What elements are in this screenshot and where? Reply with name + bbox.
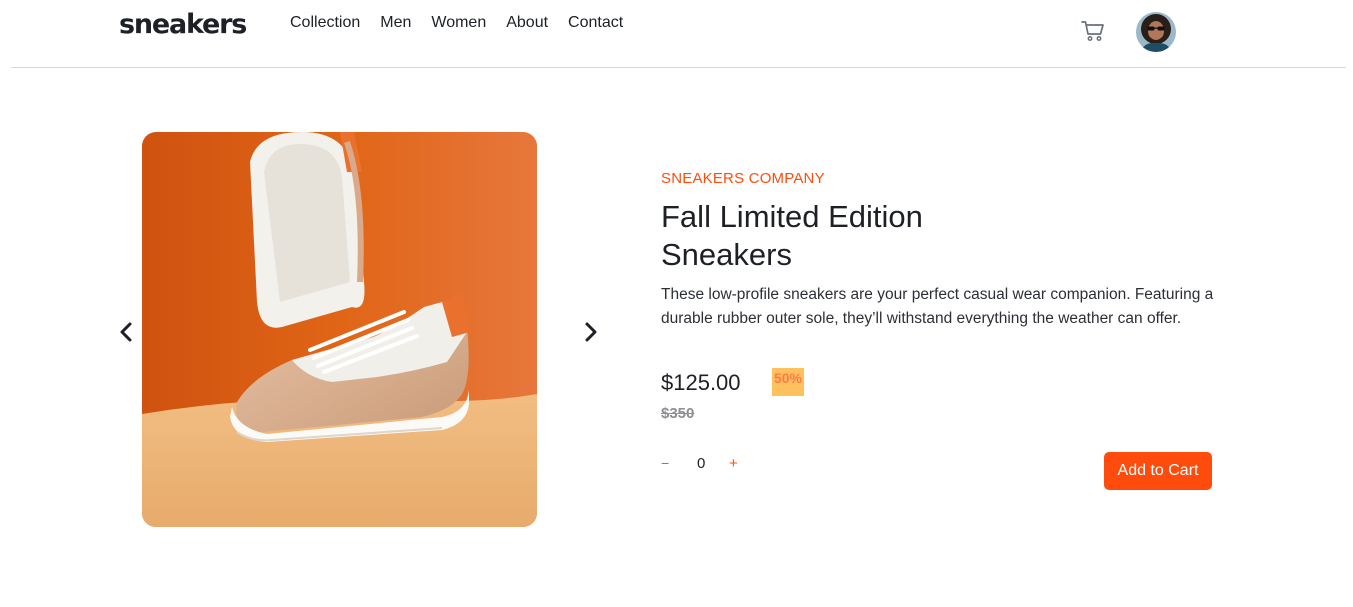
product-image bbox=[142, 132, 537, 527]
cart-icon[interactable] bbox=[1081, 20, 1105, 42]
product-title: Fall Limited Edition Sneakers bbox=[661, 198, 1021, 274]
header-divider bbox=[11, 67, 1346, 68]
original-price: $350 bbox=[661, 405, 695, 422]
nav-contact[interactable]: Contact bbox=[568, 14, 623, 32]
quantity-value: 0 bbox=[697, 455, 706, 472]
product-title-line2: Sneakers bbox=[661, 237, 792, 272]
current-price: $125.00 bbox=[661, 370, 741, 395]
nav-women[interactable]: Women bbox=[431, 14, 486, 32]
chevron-right-icon[interactable] bbox=[580, 321, 600, 343]
decrease-quantity-button[interactable]: − bbox=[661, 455, 669, 471]
nav-men[interactable]: Men bbox=[380, 14, 411, 32]
product-title-line1: Fall Limited Edition bbox=[661, 199, 923, 234]
nav-collection[interactable]: Collection bbox=[290, 14, 360, 32]
avatar[interactable] bbox=[1136, 12, 1176, 52]
company-name: SNEAKERS COMPANY bbox=[661, 170, 825, 187]
nav-about[interactable]: About bbox=[506, 14, 548, 32]
increase-quantity-button[interactable]: + bbox=[729, 455, 738, 472]
product-description: These low-profile sneakers are your perf… bbox=[661, 286, 1214, 327]
discount-badge: 50% bbox=[772, 368, 804, 396]
logo[interactable]: sneakers bbox=[119, 9, 247, 40]
site-header: sneakers Collection Men Women About Cont… bbox=[0, 0, 1353, 68]
add-to-cart-button[interactable]: Add to Cart bbox=[1104, 452, 1212, 490]
chevron-left-icon[interactable] bbox=[117, 321, 137, 343]
quantity-stepper: − 0 + bbox=[661, 455, 751, 477]
main-nav: Collection Men Women About Contact bbox=[290, 14, 643, 32]
